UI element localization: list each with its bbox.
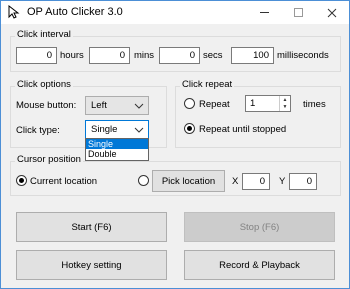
x-label: X [232, 176, 239, 187]
click-repeat-title: Click repeat [180, 79, 235, 90]
hotkey-setting-button[interactable]: Hotkey setting [16, 250, 167, 280]
stepper-down-icon[interactable]: ▼ [280, 103, 290, 110]
dropdown-option-double[interactable]: Double [86, 149, 148, 159]
chevron-down-icon [134, 103, 144, 109]
click-type-value: Single [91, 124, 118, 135]
cursor-icon [8, 5, 20, 19]
click-options-title: Click options [15, 79, 73, 90]
stepper-up-icon[interactable]: ▲ [280, 96, 290, 103]
mins-label: mins [134, 50, 155, 61]
x-coordinate-input[interactable]: 0 [242, 173, 270, 190]
repeat-radio[interactable] [184, 98, 195, 109]
pick-location-radio[interactable] [138, 175, 149, 186]
hours-label: hours [60, 50, 84, 61]
window-title: OP Auto Clicker 3.0 [27, 6, 123, 18]
mouse-button-label: Mouse button: [16, 100, 77, 111]
cursor-position-title: Cursor position [15, 154, 83, 165]
repeat-until-stopped-label: Repeat until stopped [199, 124, 287, 135]
record-playback-button[interactable]: Record & Playback [184, 250, 335, 280]
hours-input[interactable]: 0 [16, 47, 57, 64]
secs-input[interactable]: 0 [159, 47, 200, 64]
start-button[interactable]: Start (F6) [16, 212, 167, 242]
click-type-dropdown: Single Double [85, 138, 149, 161]
title-bar: OP Auto Clicker 3.0 [1, 1, 349, 24]
secs-label: secs [203, 50, 223, 61]
repeat-count-value: 1 [250, 98, 256, 109]
app-window: OP Auto Clicker 3.0 Click interval 0 hou… [0, 0, 350, 289]
y-label: Y [279, 176, 286, 187]
mouse-button-value: Left [91, 100, 107, 111]
maximize-icon [293, 8, 303, 17]
milliseconds-input[interactable]: 100 [231, 47, 274, 64]
click-interval-title: Click interval [15, 29, 73, 40]
milliseconds-label: milliseconds [277, 50, 329, 61]
minimize-icon [259, 12, 269, 13]
repeat-count-stepper[interactable]: 1 ▲ ▼ [245, 95, 291, 112]
close-button[interactable] [315, 1, 349, 24]
y-coordinate-input[interactable]: 0 [289, 173, 317, 190]
times-label: times [303, 99, 326, 110]
chevron-down-icon [134, 127, 144, 133]
dropdown-option-single[interactable]: Single [86, 139, 148, 149]
close-icon [327, 8, 337, 17]
click-type-label: Click type: [16, 125, 60, 136]
current-location-radio[interactable] [16, 175, 27, 186]
mouse-button-select[interactable]: Left [85, 96, 149, 115]
maximize-button[interactable] [281, 1, 315, 24]
current-location-label: Current location [30, 176, 98, 187]
minimize-button[interactable] [247, 1, 281, 24]
stop-button: Stop (F6) [184, 212, 335, 242]
pick-location-button[interactable]: Pick location [152, 170, 225, 192]
repeat-until-stopped-radio[interactable] [184, 123, 195, 134]
stepper-buttons: ▲ ▼ [279, 96, 290, 111]
mins-input[interactable]: 0 [89, 47, 130, 64]
repeat-label: Repeat [199, 99, 230, 110]
click-type-select[interactable]: Single [85, 120, 149, 139]
